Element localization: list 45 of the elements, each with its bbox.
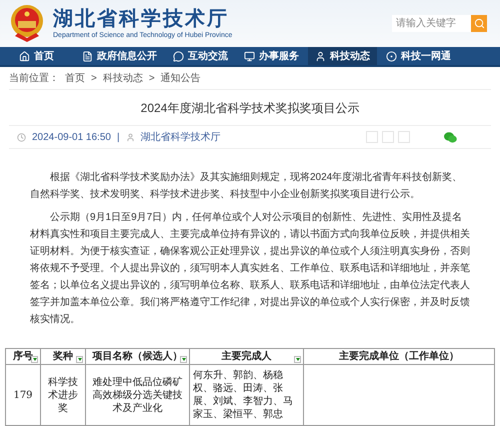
filter-button[interactable] <box>294 356 301 363</box>
article-source: 湖北省科学技术厅 <box>140 130 221 145</box>
document-icon <box>82 50 93 62</box>
filter-button[interactable] <box>76 356 83 363</box>
table-cell: 难处理中低品位磷矿高效梯级分选关键技术及产业化 <box>86 364 190 426</box>
column-header: 奖种 <box>40 348 86 364</box>
home-icon <box>19 50 30 62</box>
clock-icon <box>17 132 26 142</box>
chat-bubble-icon <box>173 50 184 62</box>
publish-date: 2024-09-01 16:50 <box>32 130 111 145</box>
table-cell: 何东升、郭韵、杨稳权、骆远、田涛、张展、刘斌、李智力、马家玉、梁恒平、郭忠 <box>190 364 304 426</box>
breadcrumb-separator: > <box>91 72 97 86</box>
search-field[interactable]: 请输入关键字 <box>392 15 487 32</box>
breadcrumb-link[interactable]: 通知公告 <box>160 70 201 86</box>
article-paragraph: 公示期（9月1日至9月7日）内，任何单位或个人对公示项目的创新性、先进性、实用性及提名材料真实性和项目主要完成人、主要完成单位持有异议的，请以书面方式向我单位反映，并提供相关证明材料。为便于核实查证，确保客观公正处理异议，提出异议的单位或个人须注明真实身份，否则将依规不予受理。个人提出异议的，须写明本人真实姓名、工作单位、联系电话和详细地址，并亲笔签名；以单位名义提出异议的，须写明单位名称、联系人、联系电话和详细地址，由单位法定代表人签字并加盖本单位公章。我们将严格遵守工作纪律，对提出异议的单位或个人实行保密，并及时反馈核实情况。 <box>30 210 470 327</box>
monitor-icon <box>244 50 255 62</box>
breadcrumb-link[interactable]: 科技动态 <box>102 70 143 86</box>
column-header: 项目名称（候选人） <box>86 348 190 364</box>
column-header: 主要完成单位（工作单位） <box>304 348 494 364</box>
nav-tab[interactable]: 办事服务 <box>237 47 306 66</box>
search-icon <box>474 18 484 30</box>
nav-tab[interactable]: 科技动态 <box>308 47 377 66</box>
nav-tab[interactable]: 首页 <box>12 47 61 66</box>
column-header: 序号 <box>6 348 40 364</box>
nav-tab[interactable]: 政府信息公开 <box>75 47 164 66</box>
filter-button[interactable] <box>31 356 38 363</box>
breadcrumb-separator: > <box>148 72 155 86</box>
site-title: 湖北省科学技术厅 <box>53 6 230 31</box>
breadcrumb-label: 当前位置： <box>9 72 59 86</box>
meta-divider: | <box>116 130 120 145</box>
nav-tab[interactable]: 互动交流 <box>166 47 235 66</box>
circle-icon <box>386 50 397 62</box>
user-icon <box>126 132 135 142</box>
table-cell: 179 <box>6 364 40 426</box>
search-button[interactable] <box>471 15 487 32</box>
article-paragraph: 根据《湖北省科学技术奖励办法》及其实施细则规定，现将2024年度湖北省青年科技创新奖、自然科学奖、技术发明奖、科学技术进步奖、科技型中小企业创新奖拟奖项目进行公示。 <box>30 170 464 202</box>
nav-tab[interactable]: 科技一网通 <box>379 47 458 66</box>
column-header: 主要完成人 <box>190 348 304 364</box>
emblem-icon <box>9 4 45 44</box>
article-title: 2024年度湖北省科学技术奖拟奖项目公示 <box>140 100 360 117</box>
breadcrumb-link[interactable]: 首页 <box>65 70 85 86</box>
person-icon <box>315 50 326 62</box>
table-cell: 科学技术进步奖 <box>40 364 86 426</box>
filter-button[interactable] <box>180 356 187 363</box>
wechat-icon[interactable] <box>444 132 457 143</box>
